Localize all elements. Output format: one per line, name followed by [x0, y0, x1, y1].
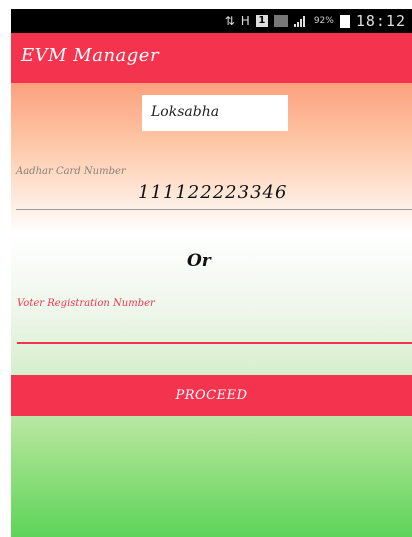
house-selector-label: Loksabha: [151, 104, 220, 120]
app-title: EVM Manager: [21, 45, 160, 66]
proceed-label: PROCEED: [175, 388, 248, 403]
proceed-button[interactable]: PROCEED: [11, 375, 412, 416]
signal-icon: [293, 15, 308, 27]
voter-label: Voter Registration Number: [17, 298, 155, 309]
aadhar-label: Aadhar Card Number: [16, 166, 126, 177]
aadhar-underline: [16, 209, 412, 210]
voter-underline: [17, 342, 412, 344]
battery-icon: [339, 14, 350, 28]
notification-icon: ⇅: [224, 14, 235, 28]
aadhar-field[interactable]: 111122223346: [138, 182, 287, 203]
house-selector[interactable]: Loksabha: [142, 95, 288, 131]
form-content: Loksabha Aadhar Card Number 111122223346…: [11, 83, 412, 537]
status-icons: ⇅ H 1 92% 18:12: [225, 11, 406, 31]
or-separator: Or: [187, 251, 211, 271]
status-time: 18:12: [355, 12, 406, 30]
voter-registration-field[interactable]: [17, 311, 412, 341]
sim-1-icon: 1: [255, 15, 268, 27]
battery-percent: 92%: [313, 16, 334, 26]
network-h-icon: H: [240, 14, 250, 28]
app-bar: EVM Manager: [11, 33, 412, 83]
phone-screen: ⇅ H 1 92% 18:12 EVM Manager Loksabha Aad…: [11, 9, 412, 537]
status-bar: ⇅ H 1 92% 18:12: [11, 9, 412, 33]
sim-2-icon: [273, 15, 288, 27]
